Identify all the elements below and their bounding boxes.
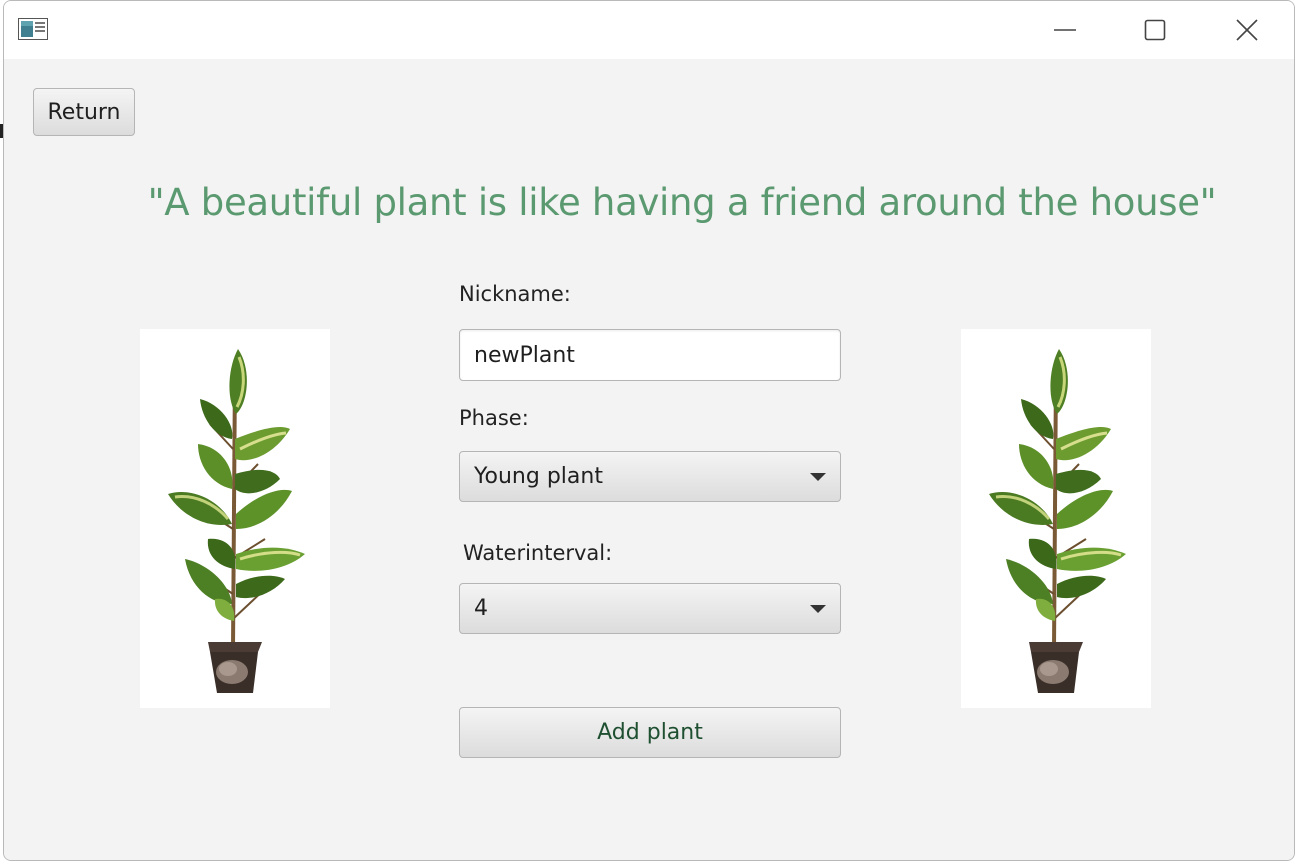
waterinterval-label: Waterinterval: — [463, 541, 613, 565]
chevron-down-icon — [810, 472, 826, 481]
close-icon — [1236, 19, 1258, 41]
close-button[interactable] — [1202, 1, 1292, 59]
plant-illustration — [989, 349, 1126, 693]
potted-plant-image-right — [961, 329, 1151, 708]
potted-plant-image-left — [140, 329, 330, 708]
chevron-down-icon — [810, 604, 826, 613]
quote-heading: "A beautiful plant is like having a frie… — [147, 181, 1217, 224]
add-plant-button[interactable]: Add plant — [459, 707, 841, 758]
phase-label: Phase: — [459, 406, 529, 430]
nickname-input[interactable] — [459, 329, 841, 381]
app-window: Return "A beautiful plant is like having… — [3, 0, 1295, 861]
maximize-icon — [1144, 19, 1166, 41]
add-plant-button-label: Add plant — [597, 720, 703, 745]
app-icon — [18, 18, 48, 40]
nickname-label: Nickname: — [459, 282, 571, 306]
minimize-button[interactable] — [1020, 1, 1110, 59]
maximize-button[interactable] — [1110, 1, 1200, 59]
return-button-label: Return — [47, 99, 121, 125]
phase-combobox[interactable]: Young plant — [459, 451, 841, 502]
waterinterval-combobox[interactable]: 4 — [459, 583, 841, 634]
return-button[interactable]: Return — [33, 88, 135, 136]
phase-selected-value: Young plant — [474, 464, 603, 489]
main-content: Return "A beautiful plant is like having… — [4, 59, 1294, 860]
title-bar[interactable] — [4, 1, 1294, 59]
waterinterval-selected-value: 4 — [474, 596, 488, 621]
plant-illustration — [168, 349, 305, 693]
minimize-icon — [1054, 29, 1076, 31]
